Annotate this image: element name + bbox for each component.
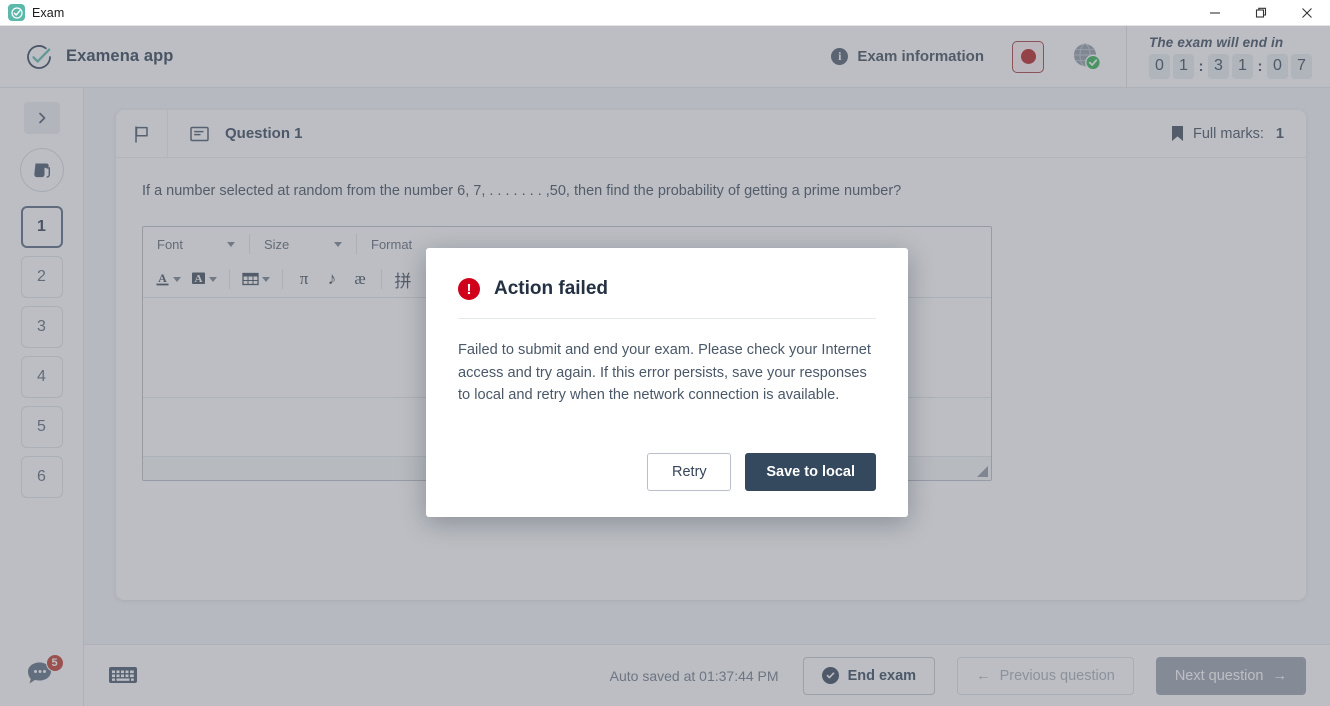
dialog-title: Action failed <box>494 278 609 299</box>
dialog-message: Failed to submit and end your exam. Plea… <box>458 342 871 403</box>
dialog-header: ! Action failed <box>458 278 876 300</box>
window-titlebar: Exam <box>0 0 1330 26</box>
close-icon[interactable] <box>1284 0 1330 26</box>
app-logo-icon <box>8 4 25 21</box>
window-title: Exam <box>32 5 65 20</box>
window-controls <box>1192 0 1330 26</box>
exam-page: Examena app i Exam information The exam … <box>0 25 1330 706</box>
save-to-local-button[interactable]: Save to local <box>745 452 876 491</box>
dialog-actions: Retry Save to local <box>458 452 876 491</box>
minimize-icon[interactable] <box>1192 0 1238 26</box>
error-icon: ! <box>458 278 480 300</box>
action-failed-dialog: ! Action failed Failed to submit and end… <box>426 248 908 517</box>
window-app-identity: Exam <box>0 4 64 21</box>
retry-button[interactable]: Retry <box>647 452 732 491</box>
maximize-icon[interactable] <box>1238 0 1284 26</box>
dialog-divider <box>458 318 876 319</box>
